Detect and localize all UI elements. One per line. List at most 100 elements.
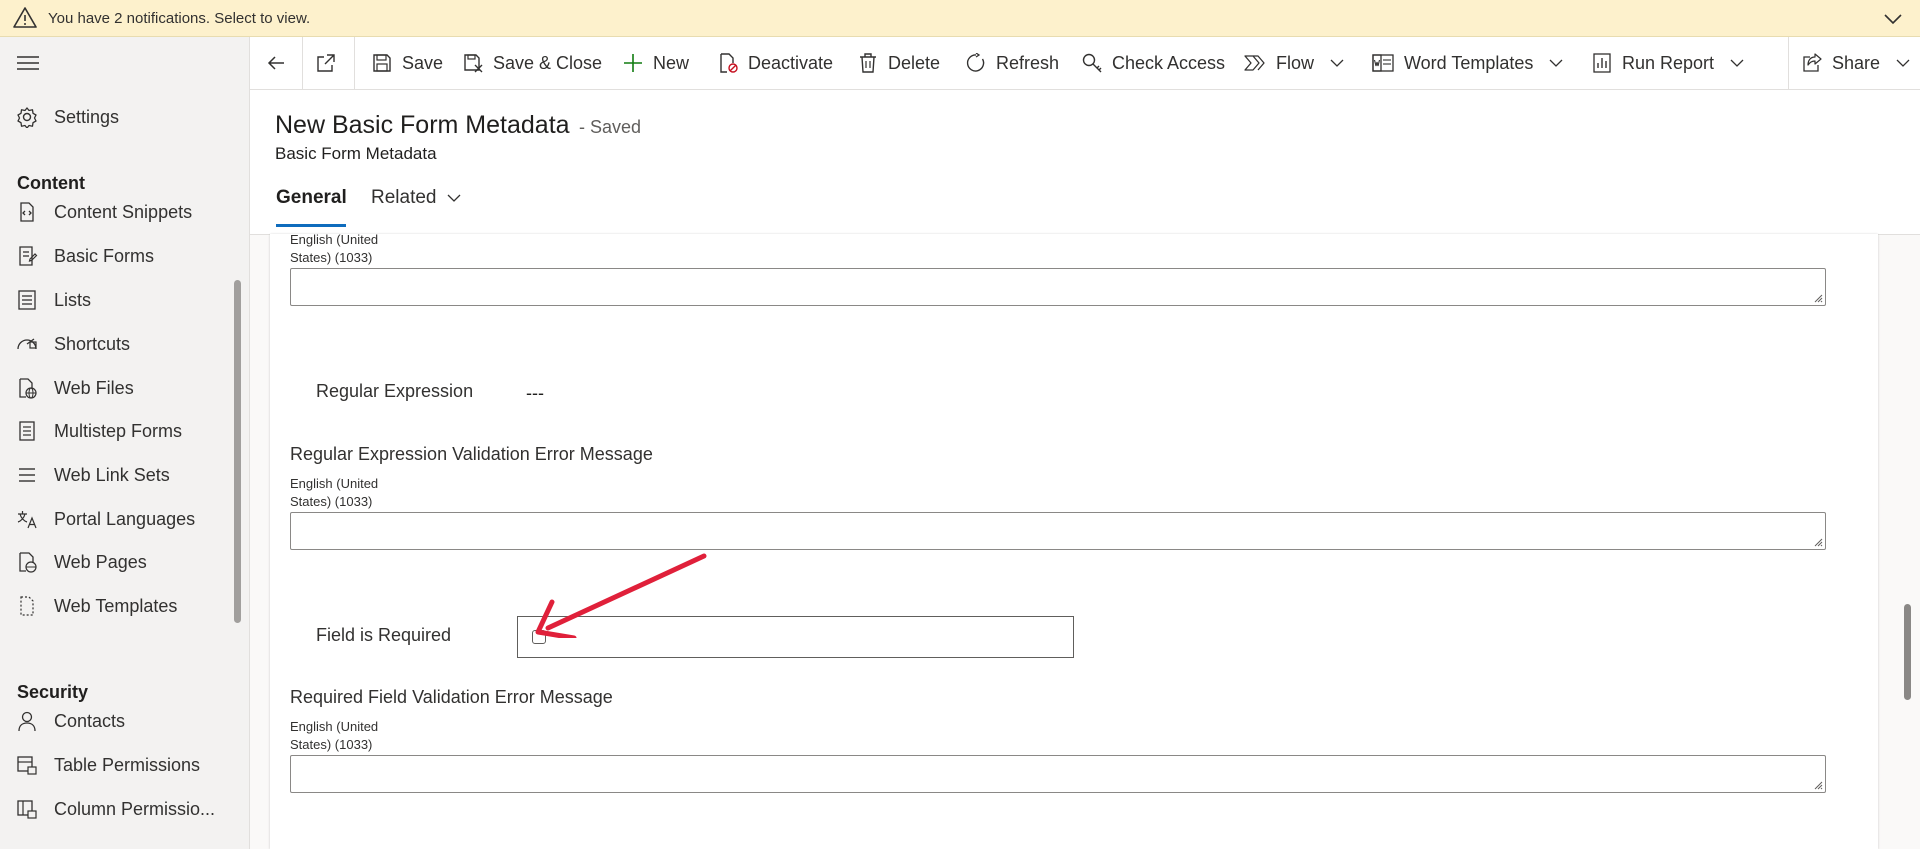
gear-icon (17, 107, 37, 128)
regex-error-message-label: Regular Expression Validation Error Mess… (290, 444, 653, 464)
new-label: New (653, 52, 690, 73)
warning-icon (13, 7, 37, 28)
save-and-close-icon (464, 54, 483, 73)
back-arrow-icon (267, 56, 284, 70)
run-report-label: Run Report (1622, 52, 1715, 73)
sidebar-item-content-snippets[interactable]: Content Snippets (0, 192, 236, 232)
notification-bar[interactable]: You have 2 notifications. Select to view… (0, 0, 1920, 37)
report-icon (1593, 53, 1611, 73)
sidebar-item-label: Column Permissio... (54, 798, 216, 819)
sidebar-item-settings[interactable]: Settings (0, 97, 236, 137)
web-templates-icon (20, 596, 34, 616)
chevron-down-icon (1730, 59, 1744, 67)
deactivate-icon (720, 53, 738, 73)
save-icon (373, 54, 391, 72)
tab-label: Related (371, 187, 437, 208)
tab-related[interactable]: Related (371, 187, 461, 209)
sidebar-item-shortcuts[interactable]: Shortcuts (0, 324, 236, 364)
run-report-button[interactable]: Run Report (1592, 37, 1744, 89)
save-button[interactable]: Save (372, 37, 443, 89)
sidebar-item-web-pages[interactable]: Web Pages (0, 542, 236, 582)
chevron-down-icon (1549, 59, 1563, 67)
check-access-button[interactable]: Check Access (1082, 37, 1225, 89)
regular-expression-value[interactable]: --- (526, 383, 544, 404)
sidebar-item-label: Web Pages (54, 551, 147, 572)
back-button[interactable] (266, 37, 286, 89)
regex-error-message-field[interactable] (290, 512, 1826, 550)
sidebar-item-multistep-forms[interactable]: Multistep Forms (0, 411, 236, 451)
main-scrollbar[interactable] (1904, 604, 1911, 700)
open-in-new-window-button[interactable] (316, 37, 336, 89)
sidebar-item-label: Settings (54, 106, 120, 127)
regular-expression-label: Regular Expression (316, 381, 474, 401)
word-templates-button[interactable]: Word Templates (1372, 37, 1563, 89)
portal-languages-icon (17, 511, 37, 529)
language-label: English (United States) (1033) (290, 232, 379, 265)
delete-button[interactable]: Delete (858, 37, 940, 89)
save-and-close-label: Save & Close (493, 52, 603, 73)
contacts-icon (18, 711, 36, 732)
resize-grip-icon[interactable] (1813, 780, 1823, 790)
delete-label: Delete (888, 52, 941, 73)
language-label: English (United States) (1033) (290, 476, 379, 509)
sidebar-item-label: Web Link Sets (54, 464, 170, 485)
sidebar-item-label: Content Snippets (54, 201, 193, 222)
sidebar-item-contacts[interactable]: Contacts (0, 701, 236, 741)
sidebar-item-portal-languages[interactable]: Portal Languages (0, 499, 236, 539)
active-tab-indicator (276, 224, 346, 227)
refresh-button[interactable]: Refresh (966, 37, 1059, 89)
word-templates-icon (1372, 54, 1394, 72)
sidebar-item-label: Multistep Forms (54, 420, 183, 441)
refresh-label: Refresh (996, 52, 1060, 73)
sidebar-item-web-templates[interactable]: Web Templates (0, 586, 236, 626)
save-and-close-button[interactable]: Save & Close (463, 37, 602, 89)
check-access-icon (1082, 53, 1102, 73)
sidebar-item-label: Portal Languages (54, 508, 196, 529)
language-label: English (United States) (1033) (290, 719, 379, 752)
entity-name: Basic Form Metadata (275, 144, 437, 163)
field-is-required-label: Field is Required (316, 625, 452, 645)
sidebar-item-web-link-sets[interactable]: Web Link Sets (0, 455, 236, 495)
share-icon (1803, 53, 1822, 72)
column-permissions-icon (17, 800, 37, 819)
web-link-sets-icon (19, 468, 35, 482)
sidebar-item-column-permissions[interactable]: Column Permissio... (0, 789, 236, 829)
sidebar-item-table-permissions[interactable]: Table Permissions (0, 745, 236, 785)
sidebar-item-basic-forms[interactable]: Basic Forms (0, 236, 236, 276)
annotation-arrow (535, 553, 707, 638)
check-access-label: Check Access (1112, 52, 1226, 73)
tab-general[interactable]: General (276, 187, 347, 209)
required-error-message-field[interactable] (290, 755, 1826, 793)
chevron-down-icon (1330, 59, 1344, 67)
notification-text[interactable]: You have 2 notifications. Select to view… (48, 10, 310, 27)
sidebar-item-lists[interactable]: Lists (0, 280, 236, 320)
deactivate-label: Deactivate (748, 52, 834, 73)
localized-text-field[interactable] (290, 268, 1826, 306)
sidebar-section-security: Security (17, 682, 89, 702)
shortcuts-icon (17, 338, 37, 350)
open-in-new-window-icon (317, 54, 335, 72)
required-error-message-label: Required Field Validation Error Message (290, 687, 613, 707)
table-permissions-icon (17, 756, 37, 775)
resize-grip-icon[interactable] (1813, 293, 1823, 303)
sidebar-item-web-files[interactable]: Web Files (0, 368, 236, 408)
chevron-down-icon[interactable] (1882, 8, 1904, 30)
lists-icon (18, 290, 36, 310)
record-save-status: - Saved (579, 117, 642, 137)
share-button[interactable]: Share (1802, 37, 1910, 89)
refresh-icon (966, 53, 985, 72)
resize-grip-icon[interactable] (1813, 537, 1823, 547)
save-label: Save (402, 52, 444, 73)
hamburger-menu-icon[interactable] (17, 55, 39, 71)
sidebar-section-content: Content (17, 173, 85, 193)
new-button[interactable]: New (623, 37, 689, 89)
multistep-forms-icon (19, 421, 35, 441)
deactivate-button[interactable]: Deactivate (718, 37, 833, 89)
chevron-down-icon (447, 194, 460, 202)
trash-icon (860, 53, 876, 73)
chevron-down-icon (1896, 59, 1910, 67)
sidebar-scrollbar[interactable] (234, 280, 241, 623)
flow-button[interactable]: Flow (1244, 37, 1344, 89)
basic-forms-icon (19, 246, 38, 266)
sidebar: Settings Content Content Snippets Basic … (0, 37, 250, 849)
